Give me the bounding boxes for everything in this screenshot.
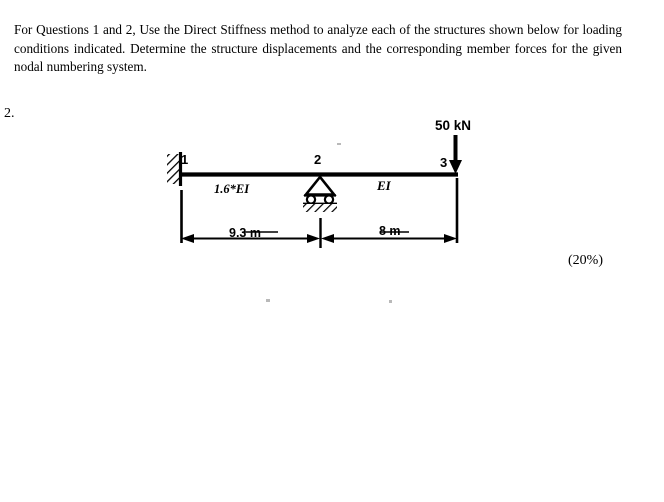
dimension-label-right-span: 8 m (379, 224, 401, 238)
node-label-3: 3 (440, 155, 448, 170)
beam-diagram (167, 135, 462, 248)
fixed-support-node-1 (167, 152, 183, 186)
roller-support-node-2 (303, 174, 337, 212)
page-canvas: For Questions 1 and 2, Use the Direct St… (0, 0, 664, 502)
member-stiffness-label-left: 1.6*EI (214, 182, 250, 196)
member-stiffness-label-right: EI (377, 178, 391, 193)
dimension-label-left-span: 9.3 m (229, 226, 261, 240)
scan-speck (389, 300, 392, 303)
node-label-1: 1 (181, 152, 189, 167)
scan-speck (266, 299, 270, 302)
load-magnitude-label: 50 kN (435, 118, 472, 133)
scan-speck (337, 143, 341, 145)
node-label-2: 2 (314, 152, 322, 167)
point-load-arrow (449, 135, 462, 174)
